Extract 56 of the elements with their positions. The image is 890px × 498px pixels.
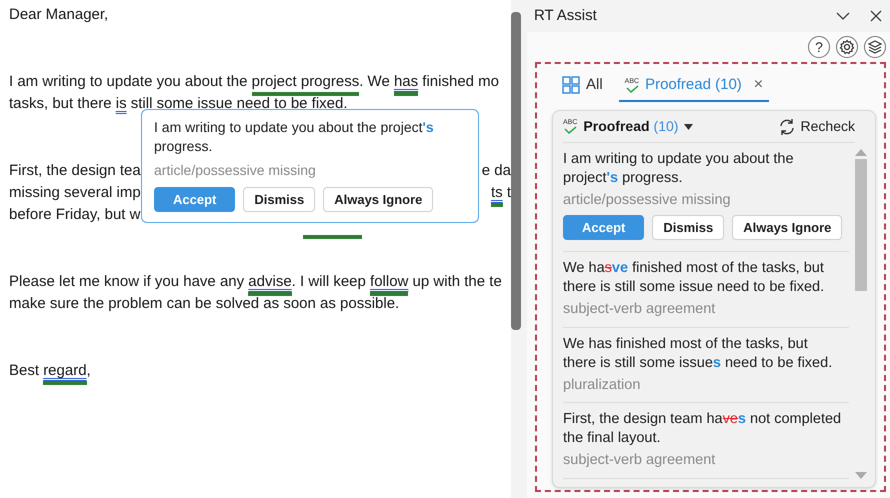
settings-icon[interactable]	[839, 39, 855, 55]
dropdown-caret-icon[interactable]	[684, 124, 694, 130]
recheck-button[interactable]: Recheck	[778, 116, 855, 137]
document-text: before Friday, but w	[9, 205, 140, 225]
flagged-word[interactable]: advise	[248, 273, 292, 290]
flagged-word[interactable]: ts	[490, 184, 503, 201]
scrollbar-thumb[interactable]	[511, 12, 521, 330]
error-type-label: subject-verb agreement	[563, 451, 716, 470]
scrollbar-thumb[interactable]	[855, 159, 867, 291]
error-type-label: article/possessive missing	[563, 191, 732, 210]
flagged-word[interactable]: project progress	[252, 73, 360, 90]
panel-title: RT Assist	[534, 6, 597, 26]
suggestion-text: First, the design team haves not completed the final layout.	[563, 410, 842, 448]
document-text: ,	[86, 361, 91, 381]
error-type-label: subject-verb agreement	[563, 300, 716, 319]
document-text: Best	[9, 361, 40, 381]
flagged-word[interactable]: regard	[43, 362, 87, 379]
document-text: still some issue need to be fixed.	[130, 94, 348, 114]
grid-icon	[562, 76, 580, 94]
document-text: . We	[359, 72, 391, 92]
document-text: t	[506, 183, 511, 203]
tab-close-button[interactable]: ×	[754, 73, 764, 97]
document-text: finished mo	[421, 72, 500, 92]
ignore-button[interactable]: Always Ignore	[732, 214, 842, 240]
document-text: e da	[482, 161, 511, 181]
flagged-word[interactable]: has	[394, 73, 418, 90]
tab-label: Proofread (10)	[645, 74, 742, 95]
refresh-icon	[778, 118, 796, 136]
card-title: Proofread	[583, 117, 650, 136]
issue-count: (10)	[654, 117, 678, 136]
document-text: I am writing to update you about the	[9, 72, 248, 92]
document-text: . I will keep	[292, 272, 367, 292]
dismiss-button[interactable]: Dismiss	[243, 187, 316, 212]
close-icon[interactable]	[870, 10, 882, 22]
suggestion-text: I am writing to update you about the project's progress.	[154, 118, 435, 156]
flagged-word[interactable]: is	[116, 95, 127, 112]
document-text: up with the te	[412, 272, 502, 292]
suggestion-text: I am writing to update you about the project's progress.	[563, 150, 795, 188]
document-text: tasks, but there	[9, 94, 113, 114]
tab-label: All	[586, 74, 603, 95]
suggestion-text: We hasve finished most of the tasks, but there is still some issue need to be fixed.	[563, 258, 826, 297]
document-text: make sure the problem can be solved as soon as possible.	[9, 294, 400, 314]
layers-icon[interactable]	[867, 39, 883, 55]
suggestion-text: We has finished most of the tasks, but there is still some issues need to be fixed.	[563, 334, 834, 372]
chevron-down-icon[interactable]	[836, 11, 850, 21]
document-text: missing several imp	[9, 183, 141, 203]
error-type-label: pluralization	[563, 376, 642, 394]
document-text: First, the design tea	[9, 161, 141, 181]
document-text: Dear Manager,	[9, 5, 108, 25]
error-type-label: article/possessive missing	[154, 161, 317, 180]
document-text: Please let me know if you have any	[9, 272, 246, 292]
help-button[interactable]: ?	[808, 36, 830, 58]
dismiss-button[interactable]: Dismiss	[652, 214, 724, 240]
flagged-word[interactable]: follow	[370, 273, 408, 290]
tab[interactable]: All	[556, 70, 609, 102]
ignore-button[interactable]: Always Ignore	[323, 187, 434, 212]
